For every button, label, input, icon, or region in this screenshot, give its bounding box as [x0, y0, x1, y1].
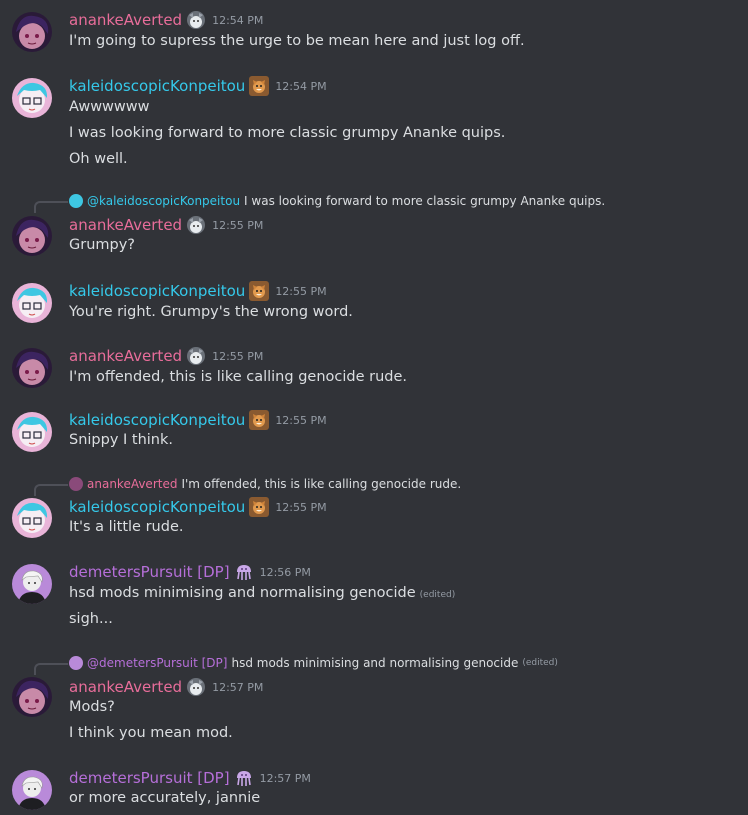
shiba-badge-icon: [249, 281, 270, 301]
username[interactable]: demetersPursuit [DP]: [69, 769, 230, 787]
timestamp: 12:57 PM: [212, 680, 264, 694]
reply-avatar-ananke: [69, 477, 83, 491]
username[interactable]: kaleidoscopicKonpeitou: [69, 411, 245, 429]
timestamp: 12:57 PM: [259, 771, 311, 785]
edited-label: (edited): [419, 590, 456, 600]
shiba-badge-icon: [249, 497, 270, 517]
jellyfish-badge-icon: [234, 768, 254, 788]
username[interactable]: demetersPursuit [DP]: [69, 563, 230, 581]
husky-badge-icon: [186, 677, 206, 697]
timestamp: 12:55 PM: [275, 284, 327, 298]
avatar-kaleido[interactable]: [12, 498, 52, 538]
reply-username[interactable]: @kaleidoscopicKonpeitou: [87, 194, 240, 208]
message-text: Oh well.: [69, 151, 128, 167]
chat-message-list: anankeAverted 12:54 PM I'm going to supr…: [0, 0, 748, 815]
jellyfish-badge-icon: [234, 562, 254, 582]
shiba-badge-icon: [249, 76, 270, 96]
reply-username[interactable]: anankeAverted: [87, 477, 177, 491]
username[interactable]: anankeAverted: [69, 216, 182, 234]
avatar-ananke[interactable]: [12, 12, 52, 52]
message-text: I'm going to supress the urge to be mean…: [69, 33, 525, 49]
avatar-kaleido[interactable]: [12, 78, 52, 118]
reply-text[interactable]: hsd mods minimising and normalising geno…: [231, 656, 518, 670]
message-text: hsd mods minimising and normalising geno…: [69, 585, 455, 601]
reply-username[interactable]: @demetersPursuit [DP]: [87, 656, 227, 670]
timestamp: 12:55 PM: [212, 218, 264, 232]
message-text: I'm offended, this is like calling genoc…: [69, 369, 407, 385]
message-text: or more accurately, jannie: [69, 790, 261, 806]
username[interactable]: kaleidoscopicKonpeitou: [69, 77, 245, 95]
message-text: I was looking forward to more classic gr…: [69, 125, 506, 141]
message-text: sigh...: [69, 611, 113, 627]
message-text: I think you mean mod.: [69, 725, 233, 741]
avatar-demeter[interactable]: [12, 770, 52, 810]
timestamp: 12:54 PM: [212, 13, 264, 27]
husky-badge-icon: [186, 10, 206, 30]
timestamp: 12:55 PM: [212, 349, 264, 363]
avatar-kaleido[interactable]: [12, 283, 52, 323]
edited-label: (edited): [522, 658, 558, 668]
message-text: Snippy I think.: [69, 432, 174, 448]
message-text: You're right. Grumpy's the wrong word.: [69, 304, 353, 320]
avatar-ananke[interactable]: [12, 677, 52, 717]
husky-badge-icon: [186, 215, 206, 235]
avatar-demeter[interactable]: [12, 564, 52, 604]
timestamp: 12:56 PM: [259, 565, 311, 579]
message-text: It's a little rude.: [69, 519, 184, 535]
message-text-content: hsd mods minimising and normalising geno…: [69, 585, 416, 601]
message-text: Awwwwww: [69, 99, 150, 115]
message-text: Mods?: [69, 699, 115, 715]
reply-text[interactable]: I was looking forward to more classic gr…: [244, 194, 605, 208]
timestamp: 12:55 PM: [275, 500, 327, 514]
shiba-badge-icon: [249, 410, 270, 430]
avatar-ananke[interactable]: [12, 216, 52, 256]
reply-spine: [34, 484, 68, 496]
timestamp: 12:54 PM: [275, 79, 327, 93]
reply-spine: [34, 201, 68, 213]
message-text: Grumpy?: [69, 237, 135, 253]
username[interactable]: kaleidoscopicKonpeitou: [69, 498, 245, 516]
username[interactable]: kaleidoscopicKonpeitou: [69, 282, 245, 300]
avatar-ananke[interactable]: [12, 348, 52, 388]
avatar-kaleido[interactable]: [12, 412, 52, 452]
reply-avatar-kaleido: [69, 194, 83, 208]
username[interactable]: anankeAverted: [69, 678, 182, 696]
reply-spine: [34, 663, 68, 675]
reply-text[interactable]: I'm offended, this is like calling genoc…: [181, 477, 461, 491]
reply-avatar-demeter: [69, 656, 83, 670]
username[interactable]: anankeAverted: [69, 11, 182, 29]
husky-badge-icon: [186, 346, 206, 366]
username[interactable]: anankeAverted: [69, 347, 182, 365]
timestamp: 12:55 PM: [275, 413, 327, 427]
